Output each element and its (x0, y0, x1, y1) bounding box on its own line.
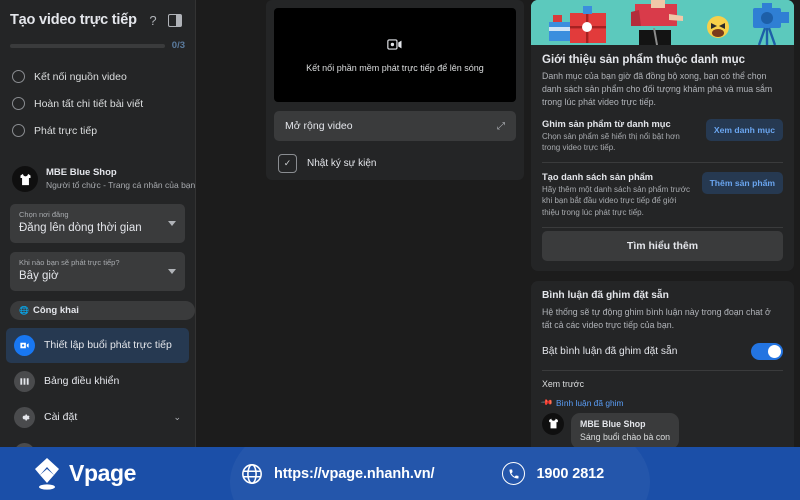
product-card-description: Danh mục của bạn giờ đã đồng bộ xong, bạ… (542, 71, 773, 108)
product-card-title: Giới thiệu sản phẩm thuộc danh mục (542, 54, 746, 66)
step-label: Kết nối nguồn video (34, 70, 127, 83)
right-panel: Giới thiệu sản phẩm thuộc danh mục Danh … (531, 0, 794, 494)
create-product-list-row: Tạo danh sách sản phẩm Hãy thêm một danh… (542, 161, 783, 227)
pinned-toggle-switch[interactable] (751, 342, 783, 360)
footer-phone-item[interactable]: 1900 2812 (502, 462, 604, 485)
product-card-body: Giới thiệu sản phẩm thuộc danh mục Danh … (531, 45, 794, 271)
comment-avatar (542, 412, 564, 435)
sidebar-header: Tạo video trực tiếp ? (0, 0, 195, 34)
pinned-tag-label: Bình luận đã ghim (555, 397, 624, 408)
pinned-card-description: Hệ thống sẽ tự động ghim bình luận này t… (542, 306, 771, 330)
phone-icon (502, 462, 526, 485)
brand-name: Vpage (69, 460, 137, 486)
step-label: Phát trực tiếp (34, 124, 98, 137)
pinned-toggle-label: Bật bình luận đã ghim đặt sẵn (542, 345, 678, 357)
view-catalog-button[interactable]: Xem danh mục (705, 118, 783, 141)
account-row: MBE Blue Shop Người tổ chức - Trang cá n… (0, 156, 195, 201)
comment-author: MBE Blue Shop (580, 418, 646, 429)
pin-product-title: Ghim sản phẩm từ danh mục (542, 118, 671, 129)
dashboard-icon (14, 370, 35, 392)
step-list: Kết nối nguồn video Hoàn tất chi tiết bà… (0, 59, 195, 152)
sidebar-item-label: Thiết lập buổi phát trực tiếp (44, 339, 172, 352)
clipboard-check-icon: ✓ (278, 154, 297, 173)
center-panel: Kết nối phần mềm phát trực tiếp để lên s… (266, 0, 524, 180)
expand-video-label: Mở rộng video (285, 120, 353, 132)
step-radio-icon (12, 124, 25, 137)
help-icon[interactable]: ? (143, 10, 163, 30)
event-log-row[interactable]: ✓ Nhật ký sự kiện (274, 152, 516, 175)
pin-product-text: Ghim sản phẩm từ danh mục Chọn sản phẩm … (542, 119, 698, 154)
globe-icon: 🌐 (19, 305, 29, 315)
live-video-icon (14, 334, 35, 356)
pinned-toggle-row[interactable]: Bật bình luận đã ghim đặt sẵn (542, 342, 783, 370)
pin-icon: 📌 (540, 396, 554, 410)
promo-banner-illustration (531, 0, 794, 45)
video-camera-icon (387, 38, 403, 54)
account-text: MBE Blue Shop Người tổ chức - Trang cá n… (46, 166, 196, 191)
add-product-button[interactable]: Thêm sản phẩm (701, 171, 783, 194)
event-log-label: Nhật ký sự kiện (307, 158, 377, 169)
gear-icon (14, 406, 35, 428)
step-radio-icon (12, 97, 25, 110)
comment-preview-row: MBE Blue Shop Sáng buổi chào bà con (542, 412, 783, 450)
step-item[interactable]: Hoàn tất chi tiết bài viết (12, 90, 183, 117)
create-product-list-text: Tạo danh sách sản phẩm Hãy thêm một danh… (542, 172, 694, 219)
divider (542, 226, 783, 228)
pin-product-description: Chọn sản phẩm sẽ hiển thị nổi bật hơn tr… (542, 131, 680, 153)
sidebar-item-label: Bảng điều khiển (44, 375, 120, 388)
sidebar-item-settings[interactable]: Cài đặt ⌄ (6, 400, 189, 435)
privacy-badge[interactable]: 🌐 Công khai (10, 300, 195, 320)
step-radio-icon (12, 70, 25, 83)
account-name: MBE Blue Shop (46, 166, 117, 178)
privacy-badge-label: Công khai (32, 304, 79, 316)
footer-url-text: https://vpage.nhanh.vn/ (274, 465, 435, 482)
step-item[interactable]: Phát trực tiếp (12, 117, 183, 144)
globe-icon (242, 463, 262, 484)
sidebar-item-live-setup[interactable]: Thiết lập buổi phát trực tiếp (6, 327, 189, 363)
toggle-knob (768, 344, 781, 358)
create-product-list-title: Tạo danh sách sản phẩm (542, 171, 654, 182)
schedule-select[interactable]: Khi nào bạn sẽ phát trực tiếp? Bây giờ (10, 251, 185, 291)
comment-text: Sáng buổi chào bà con (580, 431, 670, 442)
page-title: Tạo video trực tiếp (10, 12, 137, 28)
field-label: Khi nào bạn sẽ phát trực tiếp? (19, 257, 120, 267)
account-subtitle: Người tổ chức - Trang cá nhân của bạn (46, 179, 196, 190)
footer-url-item[interactable]: https://vpage.nhanh.vn/ (241, 463, 435, 485)
field-value: Đăng lên dòng thời gian (19, 222, 142, 235)
chevron-down-icon (168, 269, 176, 275)
product-intro-card: Giới thiệu sản phẩm thuộc danh mục Danh … (531, 0, 794, 271)
create-product-list-description: Hãy thêm một danh sách sản phẩm trước kh… (542, 184, 690, 217)
field-label: Chọn nơi đăng (19, 210, 69, 219)
comment-bubble: MBE Blue Shop Sáng buổi chào bà con (571, 412, 679, 450)
pinned-comment-tag: 📌 Bình luận đã ghim (540, 396, 783, 410)
chevron-down-icon (168, 221, 176, 227)
avatar (12, 166, 38, 192)
left-sidebar: Tạo video trực tiếp ? 0/3 Kết nối nguồn … (0, 0, 196, 500)
brand-logo: Vpage (32, 457, 136, 491)
expand-icon: ⤢ (497, 120, 505, 132)
post-destination-select[interactable]: Chọn nơi đăng Đăng lên dòng thời gian (10, 204, 185, 243)
divider (542, 369, 783, 371)
footer-phone-text: 1900 2812 (536, 465, 605, 482)
sidebar-item-dashboard[interactable]: Bảng điều khiển (6, 364, 189, 399)
pinned-card-title: Bình luận đã ghim đặt sẵn (542, 289, 669, 301)
footer-bar: Vpage https://vpage.nhanh.vn/ 1900 2812 (0, 447, 800, 500)
step-item[interactable]: Kết nối nguồn video (12, 63, 183, 90)
sidebar-item-label: Cài đặt (44, 411, 78, 424)
vpage-logo-icon (35, 457, 59, 490)
video-hint-text: Kết nối phần mềm phát trực tiếp để lên s… (306, 62, 484, 73)
app-root: Tạo video trực tiếp ? 0/3 Kết nối nguồn … (0, 0, 800, 500)
expand-video-row[interactable]: Mở rộng video ⤢ (274, 111, 516, 141)
field-value: Bây giờ (19, 270, 59, 283)
step-label: Hoàn tất chi tiết bài viết (34, 97, 144, 110)
video-preview: Kết nối phần mềm phát trực tiếp để lên s… (274, 8, 516, 102)
panel-collapse-icon[interactable] (165, 10, 185, 30)
learn-more-button[interactable]: Tìm hiểu thêm (542, 230, 783, 261)
preview-label: Xem trước (542, 378, 584, 389)
progress-bar: 0/3 (0, 34, 195, 59)
progress-track (10, 43, 165, 48)
chevron-down-icon: ⌄ (173, 411, 181, 422)
pin-product-row: Ghim sản phẩm từ danh mục Chọn sản phẩm … (542, 110, 783, 162)
progress-count: 0/3 (171, 40, 185, 51)
